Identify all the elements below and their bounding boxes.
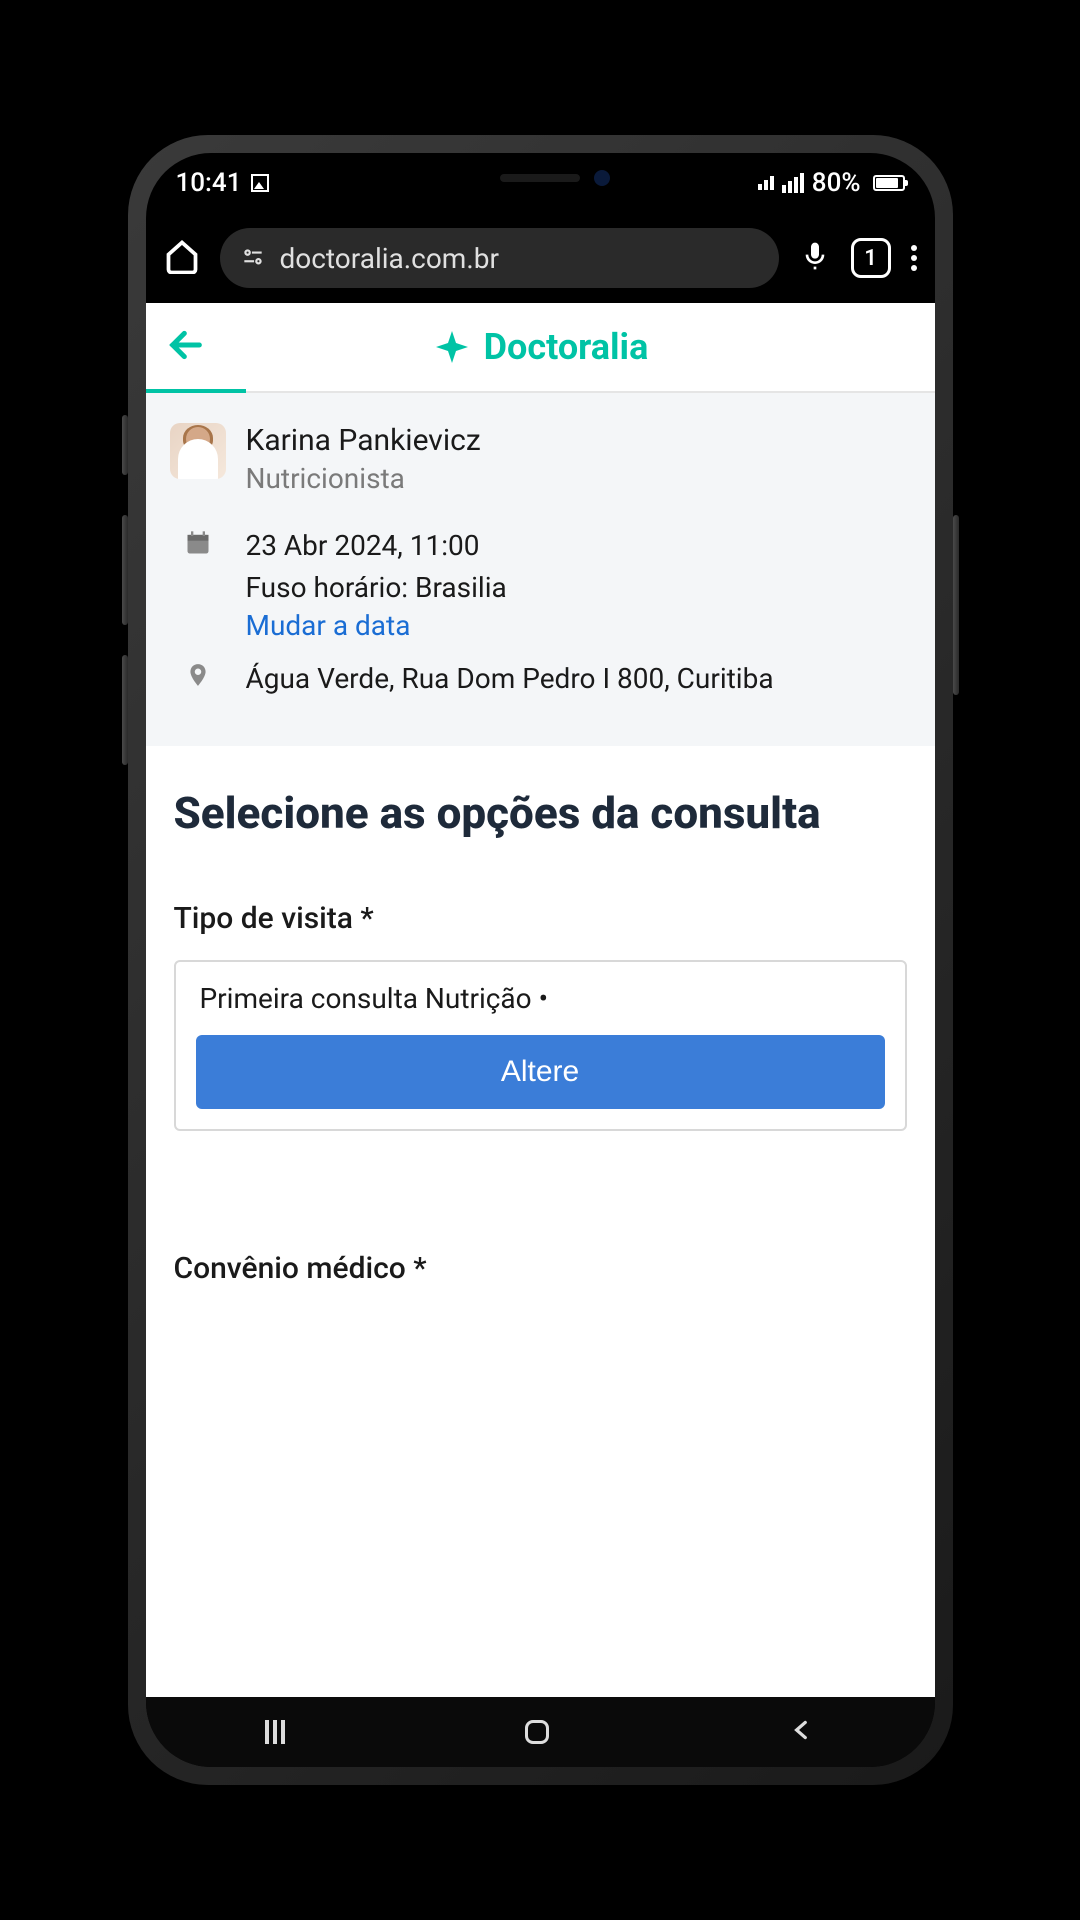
phone-screen: 10:41 80% doctora bbox=[146, 153, 935, 1767]
visit-type-label: Tipo de visita * bbox=[174, 901, 907, 936]
battery-icon bbox=[873, 175, 905, 191]
appointment-timezone: Fuso horário: Brasilia bbox=[246, 567, 507, 609]
app-header: Doctoralia bbox=[146, 303, 935, 393]
visit-type-value: Primeira consulta Nutrição • bbox=[196, 982, 885, 1015]
signal-icon bbox=[782, 173, 804, 193]
battery-percent: 80% bbox=[812, 168, 861, 198]
signal-icon bbox=[758, 176, 774, 190]
home-icon[interactable] bbox=[164, 238, 200, 278]
browser-toolbar: doctoralia.com.br 1 bbox=[146, 213, 935, 303]
side-button bbox=[122, 415, 128, 475]
datetime-row: 23 Abr 2024, 11:00 Fuso horário: Brasili… bbox=[170, 525, 911, 642]
doctor-row: Karina Pankievicz Nutricionista bbox=[170, 423, 911, 495]
visit-type-box: Primeira consulta Nutrição • Altere bbox=[174, 960, 907, 1131]
picture-notification-icon bbox=[251, 174, 269, 192]
form-section: Selecione as opções da consulta Tipo de … bbox=[146, 746, 935, 1350]
tab-count-button[interactable]: 1 bbox=[851, 238, 891, 278]
section-title: Selecione as opções da consulta bbox=[174, 786, 907, 841]
nav-back-icon[interactable] bbox=[789, 1717, 815, 1747]
appointment-summary: Karina Pankievicz Nutricionista 23 Abr 2… bbox=[146, 393, 935, 746]
doctor-avatar bbox=[170, 423, 226, 479]
change-date-link[interactable]: Mudar a data bbox=[246, 609, 507, 642]
status-time: 10:41 bbox=[176, 168, 242, 198]
notch bbox=[400, 153, 680, 203]
change-visit-type-button[interactable]: Altere bbox=[196, 1035, 885, 1109]
site-info-icon[interactable] bbox=[240, 245, 266, 271]
insurance-label: Convênio médico * bbox=[174, 1251, 907, 1286]
nav-recents-icon[interactable] bbox=[265, 1720, 285, 1744]
nav-home-icon[interactable] bbox=[525, 1720, 549, 1744]
volume-up-button bbox=[122, 515, 128, 625]
brand-name: Doctoralia bbox=[484, 326, 649, 368]
location-pin-icon bbox=[170, 658, 226, 688]
doctor-specialty: Nutricionista bbox=[246, 462, 481, 495]
appointment-address: Água Verde, Rua Dom Pedro I 800, Curitib… bbox=[246, 658, 774, 700]
tab-count-value: 1 bbox=[864, 246, 877, 271]
address-row: Água Verde, Rua Dom Pedro I 800, Curitib… bbox=[170, 658, 911, 700]
calendar-icon bbox=[170, 525, 226, 557]
front-camera bbox=[594, 170, 610, 186]
page-content: Doctoralia Karina Pankievicz Nutricionis… bbox=[146, 303, 935, 1697]
url-text: doctoralia.com.br bbox=[280, 242, 499, 275]
speaker bbox=[500, 174, 580, 182]
power-button bbox=[953, 515, 959, 695]
brand-logo[interactable]: Doctoralia bbox=[166, 326, 915, 368]
doctoralia-logo-icon bbox=[432, 327, 472, 367]
appointment-datetime: 23 Abr 2024, 11:00 bbox=[246, 525, 507, 567]
url-bar[interactable]: doctoralia.com.br bbox=[220, 228, 779, 288]
mic-icon[interactable] bbox=[799, 240, 831, 276]
overflow-menu-icon[interactable] bbox=[911, 245, 917, 271]
volume-down-button bbox=[122, 655, 128, 765]
phone-frame: 10:41 80% doctora bbox=[128, 135, 953, 1785]
system-nav-bar bbox=[146, 1697, 935, 1767]
doctor-name: Karina Pankievicz bbox=[246, 423, 481, 458]
